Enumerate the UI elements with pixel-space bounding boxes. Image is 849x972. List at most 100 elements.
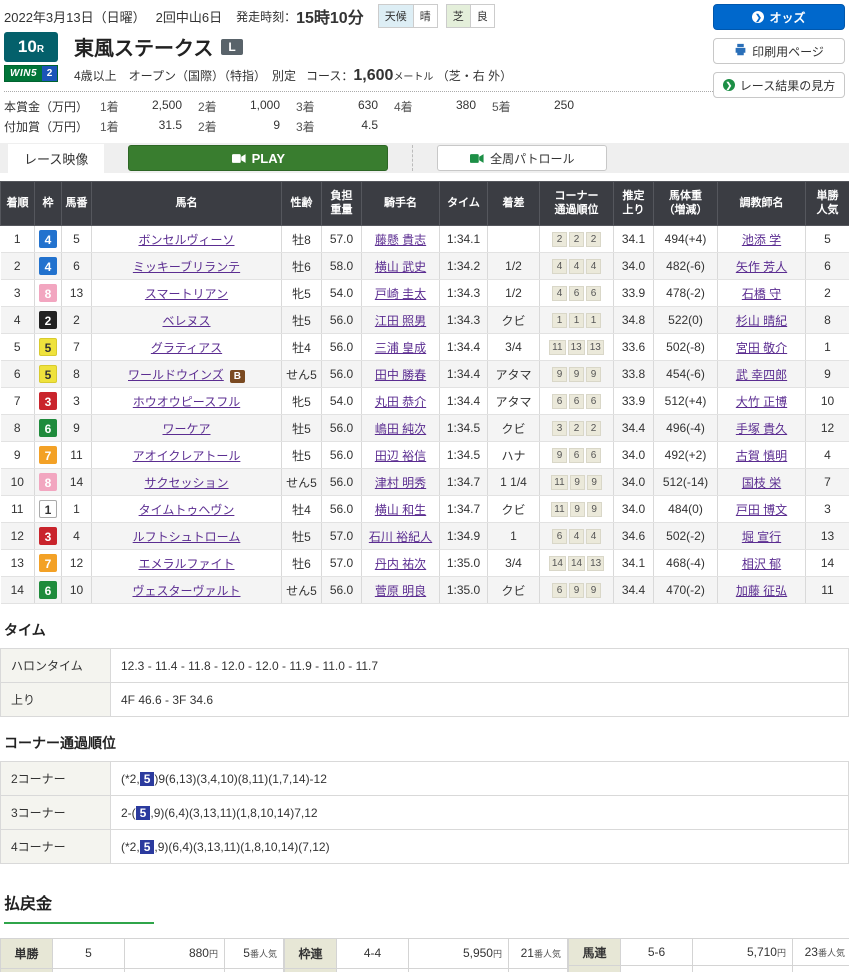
jockey-link[interactable]: 津村 明秀 bbox=[375, 476, 426, 490]
ninki-cell: 4 bbox=[805, 441, 849, 469]
trainer-link[interactable]: 武 幸四郎 bbox=[736, 368, 787, 382]
jockey-link[interactable]: 藤懸 貴志 bbox=[375, 233, 426, 247]
corner-position-chip: 9 bbox=[569, 583, 584, 598]
horse-link[interactable]: ヴェスターヴァルト bbox=[132, 584, 240, 598]
horse-link[interactable]: ワーケア bbox=[162, 422, 210, 436]
horse-link[interactable]: ミッキーブリランテ bbox=[133, 260, 240, 274]
corner-row-label: 3コーナー bbox=[0, 795, 111, 830]
jockey-link[interactable]: 江田 照男 bbox=[375, 314, 426, 328]
patrol-video-button[interactable]: 全周パトロール bbox=[437, 145, 608, 171]
results-header-row: 着順枠馬番 馬名 性齢 負担 重量 騎手名 タイム 着差 コーナー 通過順位 推定 上り 馬体重 … bbox=[0, 181, 849, 226]
sex-age-cell: せん5 bbox=[281, 576, 322, 604]
jockey-cell: 横山 武史 bbox=[361, 252, 440, 280]
print-page-button[interactable]: 印刷用ページ bbox=[713, 38, 845, 64]
column-header: 推定 上り bbox=[613, 181, 654, 226]
jockey-link[interactable]: 戸崎 圭太 bbox=[375, 287, 426, 301]
jockey-link[interactable]: 横山 和生 bbox=[375, 503, 426, 517]
table-row: 10 8 14 サクセッション せん5 56.0 津村 明秀 1:34.7 1 1/4 11 9 9 3… bbox=[0, 468, 849, 496]
horse-link[interactable]: タイムトゥヘヴン bbox=[139, 503, 235, 517]
payout-combination: 5-6 bbox=[620, 938, 693, 966]
table-row: 6 5 8 ワールドウインズ B せん5 56.0 田中 勝春 1:34.4 アタマ 9 9 9 33.8… bbox=[0, 360, 849, 388]
horse-link[interactable]: スマートリアン bbox=[145, 287, 228, 301]
corner-position-chip: 13 bbox=[586, 340, 604, 355]
time-row: ハロンタイム 12.3 - 11.4 - 11.8 - 12.0 - 12.0 -… bbox=[0, 648, 849, 683]
column-header: コーナー 通過順位 bbox=[539, 181, 614, 226]
prize-added-label: 付加賞（万円） bbox=[4, 120, 89, 134]
corner-row-label: 2コーナー bbox=[0, 761, 111, 796]
payout-ninki: 52番人気 bbox=[792, 965, 849, 972]
result-guide-button[interactable]: ❯ レース結果の見方 bbox=[713, 72, 845, 98]
start-time-label: 発走時刻： bbox=[236, 9, 297, 24]
rank-cell: 5 bbox=[0, 333, 35, 361]
ninki-cell: 2 bbox=[805, 279, 849, 307]
win5-logo: WIN5 bbox=[5, 66, 42, 81]
horse-link[interactable]: ワールドウインズ bbox=[128, 368, 224, 382]
sex-age-cell: 牡5 bbox=[281, 414, 322, 442]
trainer-link[interactable]: 杉山 晴紀 bbox=[736, 314, 787, 328]
frame-badge: 6 bbox=[39, 581, 57, 599]
camera-icon bbox=[470, 153, 484, 163]
table-row: 13 7 12 エメラルファイト 牡6 57.0 丹内 祐次 1:35.0 3/4 14 14 13 3… bbox=[0, 549, 849, 577]
jockey-cell: 三浦 皇成 bbox=[361, 333, 440, 361]
jockey-link[interactable]: 嶋田 純次 bbox=[375, 422, 426, 436]
table-row: 3 8 13 スマートリアン 牝5 54.0 戸崎 圭太 1:34.3 1/2 4 6 6 33.9 47… bbox=[0, 279, 849, 307]
carried-weight-cell: 58.0 bbox=[321, 252, 362, 280]
jockey-cell: 菅原 明良 bbox=[361, 576, 440, 604]
jockey-link[interactable]: 田辺 裕信 bbox=[375, 449, 426, 463]
bet-type-label: ワイド bbox=[284, 967, 337, 972]
play-button[interactable]: PLAY bbox=[128, 145, 389, 171]
ninki-cell: 7 bbox=[805, 468, 849, 496]
frame-cell: 4 bbox=[34, 225, 62, 253]
horse-link[interactable]: ボンセルヴィーソ bbox=[138, 233, 234, 247]
trainer-link[interactable]: 戸田 博文 bbox=[736, 503, 787, 517]
trainer-link[interactable]: 大竹 正博 bbox=[736, 395, 787, 409]
horse-link[interactable]: グラティアス bbox=[151, 341, 222, 355]
jockey-link[interactable]: 丹内 祐次 bbox=[375, 557, 426, 571]
ninki-cell: 13 bbox=[805, 522, 849, 550]
button-label: レース結果の見方 bbox=[739, 78, 836, 93]
time-cell: 1:34.3 bbox=[439, 306, 488, 334]
jockey-link[interactable]: 横山 武史 bbox=[375, 260, 426, 274]
trainer-link[interactable]: 宮田 敬介 bbox=[736, 341, 787, 355]
jockey-link[interactable]: 菅原 明良 bbox=[375, 584, 426, 598]
trainer-link[interactable]: 加藤 征弘 bbox=[736, 584, 787, 598]
horse-link[interactable]: ベレヌス bbox=[162, 314, 210, 328]
odds-button[interactable]: ❯ オッズ bbox=[713, 4, 845, 30]
time-cell: 1:34.7 bbox=[439, 468, 488, 496]
payout-row: 馬単5-612,820円52番人気 bbox=[568, 965, 849, 972]
trainer-link[interactable]: 古賀 慎明 bbox=[736, 449, 787, 463]
jockey-link[interactable]: 三浦 皇成 bbox=[375, 341, 426, 355]
payout-combination: 4-4 bbox=[336, 938, 409, 969]
trainer-link[interactable]: 石橋 守 bbox=[742, 287, 781, 301]
payout-row: ワイド5-61,170円13番人気 bbox=[284, 967, 568, 972]
column-header: 負担 重量 bbox=[321, 181, 362, 226]
jockey-link[interactable]: 丸田 恭介 bbox=[375, 395, 426, 409]
corner-positions-cell: 966 bbox=[539, 441, 614, 469]
trainer-link[interactable]: 池添 学 bbox=[742, 233, 781, 247]
corner-positions-cell: 11 9 9 bbox=[539, 468, 614, 496]
jockey-cell: 田中 勝春 bbox=[361, 360, 440, 388]
trainer-link[interactable]: 堀 宣行 bbox=[742, 530, 781, 544]
payout-amount: 12,820円 bbox=[692, 965, 793, 972]
horse-link[interactable]: エメラルファイト bbox=[138, 557, 234, 571]
trainer-link[interactable]: 国枝 栄 bbox=[742, 476, 781, 490]
rank-cell: 8 bbox=[0, 414, 35, 442]
horse-link[interactable]: アオイクレアトール bbox=[133, 449, 241, 463]
prize-item: 3着 4.5 bbox=[296, 118, 378, 134]
bet-type-label: 馬単 bbox=[568, 965, 621, 972]
jockey-link[interactable]: 田中 勝春 bbox=[375, 368, 426, 382]
horse-link[interactable]: ホウオウピースフル bbox=[133, 395, 240, 409]
trainer-link[interactable]: 矢作 芳人 bbox=[736, 260, 787, 274]
payout-section-title: 払戻金 bbox=[4, 890, 154, 924]
course-distance: 1,600 bbox=[353, 67, 394, 84]
horse-link[interactable]: サクセッション bbox=[144, 476, 228, 490]
horse-link[interactable]: ルフトシュトローム bbox=[133, 530, 241, 544]
ninki-cell: 3 bbox=[805, 495, 849, 523]
jockey-link[interactable]: 石川 裕紀人 bbox=[369, 530, 432, 544]
carried-weight-cell: 57.0 bbox=[321, 225, 362, 253]
carried-weight-cell: 57.0 bbox=[321, 522, 362, 550]
trainer-link[interactable]: 手塚 貴久 bbox=[736, 422, 787, 436]
payout-row: 枠連 4-4 5,950円 21番人気 bbox=[284, 938, 568, 969]
side-buttons: ❯ オッズ印刷用ページ ❯ レース結果の見方 bbox=[713, 4, 845, 106]
trainer-link[interactable]: 相沢 郁 bbox=[742, 557, 781, 571]
